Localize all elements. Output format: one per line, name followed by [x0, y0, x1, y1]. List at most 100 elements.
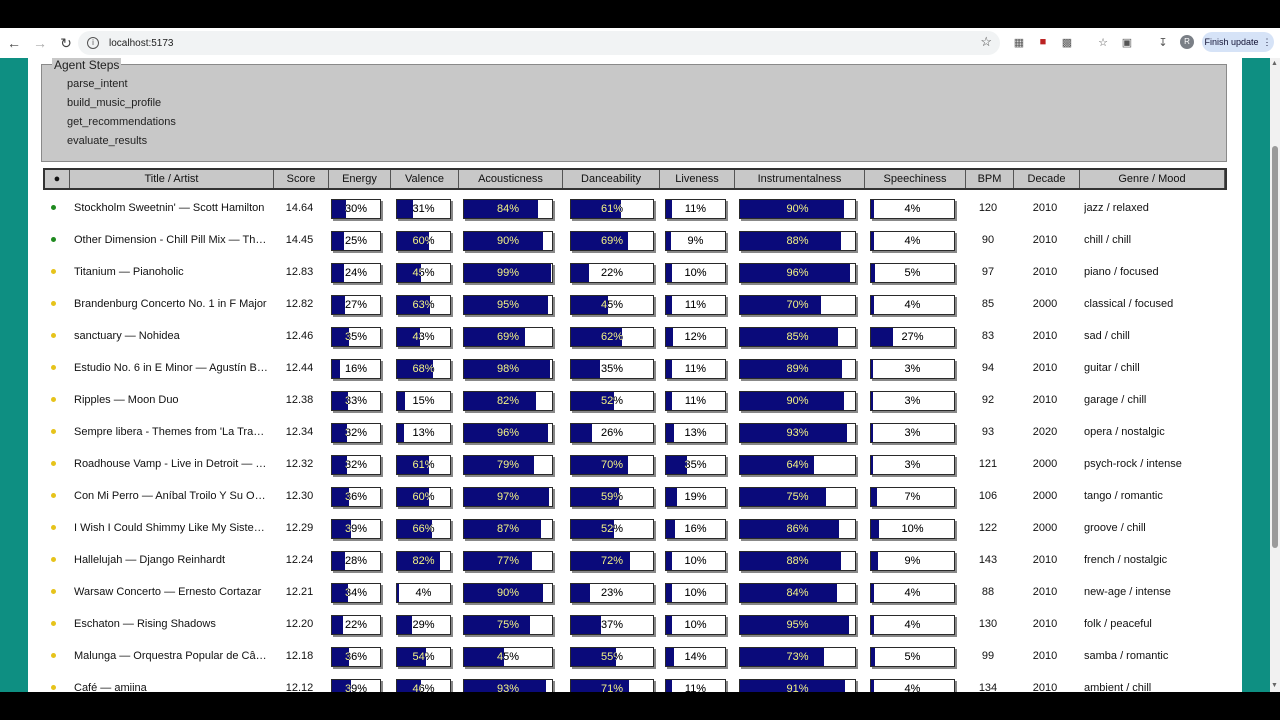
- reload-icon[interactable]: ↻: [54, 31, 78, 55]
- speechiness-bar: 3%: [870, 359, 955, 379]
- liveness-bar: 10%: [665, 551, 726, 571]
- download-icon[interactable]: ↧: [1156, 35, 1170, 49]
- speechiness-bar-label: 4%: [904, 619, 921, 631]
- address-bar[interactable]: i localhost:5173 ☆: [78, 31, 1000, 55]
- energy-bar: 36%: [331, 647, 381, 667]
- danceability-bar: 52%: [570, 391, 654, 411]
- energy-bar-label: 39%: [344, 523, 368, 535]
- site-info-icon[interactable]: i: [87, 37, 99, 49]
- cell-title-artist: Titanium — Pianoholic: [74, 266, 184, 278]
- danceability-bar: 59%: [570, 487, 654, 507]
- finish-update-button[interactable]: Finish update ⋮: [1202, 32, 1274, 52]
- table-row[interactable]: Hallelujah — Django Reinhardt 12.24 143 201…: [43, 544, 1227, 576]
- column-header-bpm: BPM: [966, 170, 1014, 188]
- cell-title-artist: Hallelujah — Django Reinhardt: [74, 554, 226, 566]
- table-row[interactable]: Con Mi Perro — Aníbal Troilo Y Su Orques…: [43, 480, 1227, 512]
- table-row[interactable]: Eschaton — Rising Shadows 12.20 130 2010 fol…: [43, 608, 1227, 640]
- speechiness-bar-label: 4%: [904, 203, 921, 215]
- instrumentalness-bar: 73%: [739, 647, 856, 667]
- instrumentalness-bar: 90%: [739, 391, 856, 411]
- table-row[interactable]: Roadhouse Vamp - Live in Detroit — Raven…: [43, 448, 1227, 480]
- scroll-thumb[interactable]: [1272, 146, 1278, 548]
- table-row[interactable]: Brandenburg Concerto No. 1 in F Major 12.…: [43, 288, 1227, 320]
- speechiness-bar-label: 4%: [904, 299, 921, 311]
- instrumentalness-bar: 93%: [739, 423, 856, 443]
- instrumentalness-bar-label: 95%: [786, 619, 809, 631]
- valence-bar: 68%: [396, 359, 451, 379]
- status-dot-yellow: [51, 397, 56, 402]
- column-header-acousticness: Acousticness: [459, 170, 563, 188]
- valence-bar-label: 61%: [412, 459, 435, 471]
- energy-bar-label: 24%: [344, 267, 368, 279]
- instrumentalness-bar-label: 90%: [786, 395, 809, 407]
- puzzle-icon[interactable]: ▩: [1060, 35, 1074, 49]
- danceability-bar: 37%: [570, 615, 654, 635]
- table-row[interactable]: Estudio No. 6 in E Minor — Agustín Barri…: [43, 352, 1227, 384]
- cell-decade: 2000: [1032, 522, 1058, 534]
- table-header: ● Title / Artist Score Energy Valence Acousti…: [43, 168, 1227, 190]
- liveness-bar: 10%: [665, 615, 726, 635]
- energy-bar: 30%: [331, 199, 381, 219]
- tab-search-icon[interactable]: ▣: [1120, 35, 1134, 49]
- energy-bar: 24%: [331, 263, 381, 283]
- bookmark-star-icon[interactable]: ☆: [980, 34, 992, 50]
- danceability-bar-label: 71%: [600, 683, 624, 692]
- speechiness-bar: 4%: [870, 615, 955, 635]
- liveness-bar: 11%: [665, 295, 726, 315]
- agent-step: parse_intent: [67, 78, 128, 90]
- acousticness-bar-label: 45%: [496, 651, 520, 663]
- extension-icon-red[interactable]: ■: [1036, 35, 1050, 49]
- table-row[interactable]: Other Dimension - Chill Pill Mix — The L…: [43, 224, 1227, 256]
- scroll-down-icon[interactable]: ▼: [1271, 682, 1278, 689]
- energy-bar-label: 36%: [344, 651, 368, 663]
- cell-title-artist: Eschaton — Rising Shadows: [74, 618, 216, 630]
- valence-bar: 66%: [396, 519, 451, 539]
- acousticness-bar: 69%: [463, 327, 553, 347]
- table-row[interactable]: Warsaw Concerto — Ernesto Cortazar 12.21 8…: [43, 576, 1227, 608]
- table-row[interactable]: Ripples — Moon Duo 12.38 92 2010 garage / ch…: [43, 384, 1227, 416]
- energy-bar: 28%: [331, 551, 381, 571]
- energy-bar-label: 25%: [344, 235, 368, 247]
- liveness-bar-label: 10%: [684, 587, 707, 599]
- acousticness-bar: 79%: [463, 455, 553, 475]
- acousticness-bar: 93%: [463, 679, 553, 692]
- table-row[interactable]: Café — amiina 12.12 134 2010 ambient / chill…: [43, 672, 1227, 692]
- back-icon[interactable]: ←: [2, 31, 26, 55]
- table-row[interactable]: Titanium — Pianoholic 12.83 97 2010 piano / …: [43, 256, 1227, 288]
- cell-decade: 2010: [1032, 618, 1058, 630]
- table-row[interactable]: I Wish I Could Shimmy Like My Sister Kat…: [43, 512, 1227, 544]
- cell-bpm: 106: [978, 490, 998, 502]
- table-row[interactable]: Stockholm Sweetnin' — Scott Hamilton 14.6…: [43, 192, 1227, 224]
- instrumentalness-bar: 88%: [739, 231, 856, 251]
- table-row[interactable]: sanctuary — Nohidea 12.46 83 2010 sad / chil…: [43, 320, 1227, 352]
- cell-decade: 2020: [1032, 426, 1058, 438]
- danceability-bar: 71%: [570, 679, 654, 692]
- cell-title-artist: I Wish I Could Shimmy Like My Sister Kat…: [74, 522, 268, 534]
- acousticness-bar-label: 99%: [496, 267, 520, 279]
- profile-avatar[interactable]: R: [1180, 35, 1194, 49]
- danceability-bar: 22%: [570, 263, 654, 283]
- danceability-bar-label: 22%: [600, 267, 624, 279]
- instrumentalness-bar-label: 86%: [786, 523, 809, 535]
- danceability-bar-label: 70%: [600, 459, 624, 471]
- liveness-bar: 35%: [665, 455, 726, 475]
- instrumentalness-bar-label: 91%: [786, 683, 809, 692]
- energy-bar-label: 16%: [344, 363, 368, 375]
- cell-title-artist: Sempre libera - Themes from 'La Traviata…: [74, 426, 268, 438]
- table-row[interactable]: Sempre libera - Themes from 'La Traviata…: [43, 416, 1227, 448]
- acousticness-bar-label: 98%: [496, 363, 520, 375]
- bookmarks-icon[interactable]: ☆: [1096, 35, 1110, 49]
- vertical-scrollbar[interactable]: ▲ ▼: [1270, 58, 1280, 692]
- forward-icon[interactable]: →: [28, 31, 52, 55]
- table-row[interactable]: Malunga — Orquestra Popular de Câmara 12.…: [43, 640, 1227, 672]
- instrumentalness-bar: 75%: [739, 487, 856, 507]
- energy-bar: 22%: [331, 615, 381, 635]
- danceability-bar-label: 61%: [600, 203, 624, 215]
- extension-icon[interactable]: ▦: [1012, 35, 1026, 49]
- energy-bar-label: 28%: [344, 555, 368, 567]
- scroll-up-icon[interactable]: ▲: [1271, 60, 1278, 67]
- energy-bar-label: 30%: [344, 203, 368, 215]
- liveness-bar: 12%: [665, 327, 726, 347]
- cell-title-artist: Estudio No. 6 in E Minor — Agustín Barri…: [74, 362, 268, 374]
- cell-title-artist: Warsaw Concerto — Ernesto Cortazar: [74, 586, 262, 598]
